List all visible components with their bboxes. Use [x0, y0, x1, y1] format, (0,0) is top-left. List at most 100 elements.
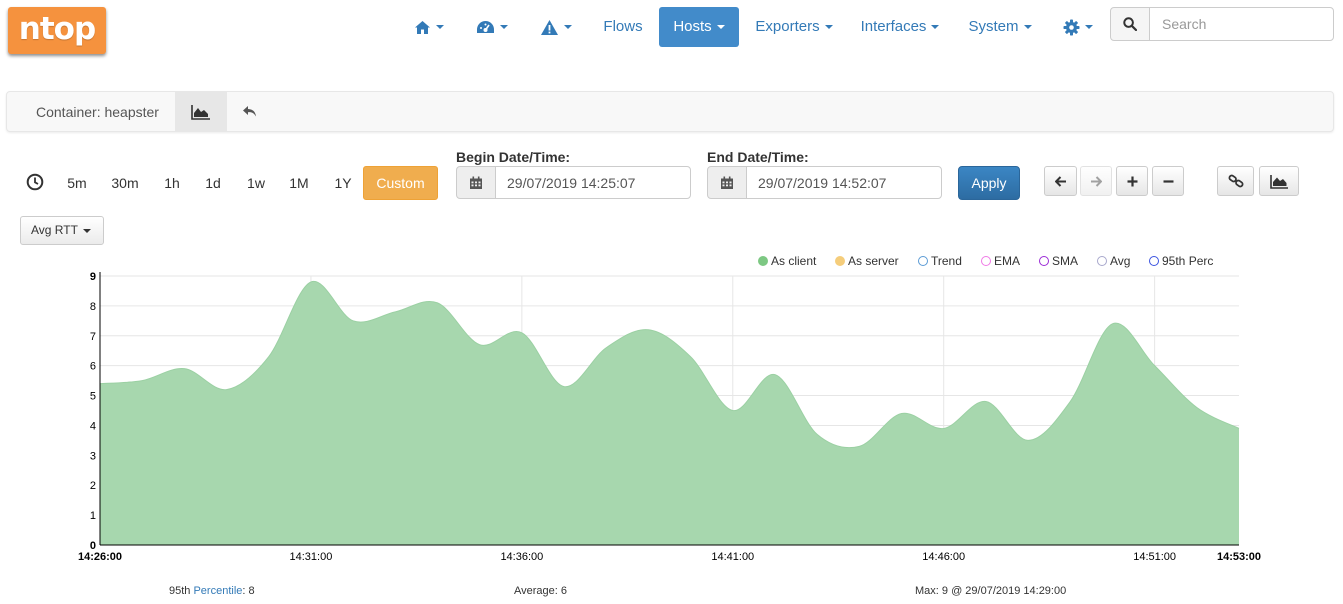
chevron-down-icon [1085, 25, 1093, 30]
permalink-button[interactable] [1217, 166, 1254, 196]
end-datetime-input[interactable] [746, 166, 942, 199]
avg-rtt-chart[interactable]: 012345678914:26:00 14:31:00 14:36:00 14:41:… [0, 260, 1343, 570]
data-point [689, 355, 693, 359]
range-1d[interactable]: 1d [197, 166, 229, 200]
back-button[interactable] [229, 92, 269, 131]
metric-select[interactable]: Avg RTT [20, 216, 104, 245]
x-tick-label: 14:31:00 [290, 551, 333, 563]
chevron-down-icon [436, 25, 444, 30]
chevron-down-icon [500, 25, 508, 30]
range-1M[interactable]: 1M [283, 166, 315, 200]
y-tick-label: 7 [90, 331, 96, 343]
nav-system[interactable]: System [958, 7, 1042, 47]
range-30m[interactable]: 30m [104, 166, 146, 200]
nav-dashboard[interactable] [466, 7, 518, 47]
y-tick-label: 1 [90, 510, 96, 522]
chevron-down-icon [1023, 25, 1032, 30]
chevron-down-icon [931, 25, 940, 30]
data-point [731, 409, 735, 413]
home-icon [415, 20, 430, 34]
zoom-out-button[interactable] [1152, 166, 1184, 196]
container-title: Container: heapster [36, 104, 159, 120]
average-stat: Average: 6 [514, 585, 568, 597]
data-point [773, 373, 777, 377]
range-1Y[interactable]: 1Y [326, 166, 360, 200]
apply-button[interactable]: Apply [958, 166, 1020, 200]
plus-icon [1127, 176, 1137, 186]
x-tick-label: 14:53:00 [1217, 551, 1261, 563]
begin-datetime-label: Begin Date/Time: [456, 149, 571, 165]
end-datetime-label: End Date/Time: [707, 149, 809, 165]
data-point [857, 444, 861, 448]
chevron-down-icon [716, 25, 725, 30]
range-1h[interactable]: 1h [156, 166, 188, 200]
data-point [562, 385, 566, 389]
range-1w[interactable]: 1w [238, 166, 274, 200]
charts-tab[interactable] [175, 92, 227, 131]
nav-exporters[interactable]: Exporters [746, 7, 842, 47]
max-stat: Max: 9 @ 29/07/2019 14:29:00 [915, 585, 1067, 597]
percentile-stat: 95th Percentile: 8 [169, 585, 255, 597]
data-point [815, 432, 819, 436]
nav-settings[interactable] [1054, 7, 1102, 47]
data-point [520, 331, 524, 335]
chevron-down-icon [564, 25, 572, 30]
nav-exporters-label: Exporters [755, 18, 820, 35]
data-point [309, 280, 313, 284]
data-point [604, 346, 608, 350]
end-calendar-button[interactable] [707, 166, 747, 199]
metric-select-value: Avg RTT [31, 223, 78, 237]
x-tick-label: 14:41:00 [711, 551, 754, 563]
y-tick-label: 4 [90, 420, 96, 432]
search-button[interactable] [1110, 7, 1150, 41]
chart-type-button[interactable] [1259, 166, 1299, 196]
data-point [1195, 406, 1199, 410]
data-point [900, 411, 904, 415]
x-tick-label: 14:46:00 [922, 551, 965, 563]
percentile-link[interactable]: Percentile [193, 585, 242, 597]
pan-left-button[interactable] [1044, 166, 1077, 196]
pan-right-button[interactable] [1080, 166, 1112, 196]
data-point [1153, 364, 1157, 368]
arrow-left-icon [1054, 175, 1066, 187]
x-tick-label: 14:36:00 [500, 551, 543, 563]
data-point [1110, 322, 1114, 326]
percentile-value: : 8 [242, 585, 255, 597]
nav-home[interactable] [405, 7, 453, 47]
range-custom[interactable]: Custom [363, 166, 438, 200]
data-point [942, 426, 946, 430]
nav-flows[interactable]: Flows [594, 7, 652, 47]
nav-alerts[interactable] [530, 7, 582, 47]
y-tick-label: 2 [90, 480, 96, 492]
calendar-icon [721, 176, 733, 189]
calendar-icon [470, 176, 482, 189]
data-point [435, 301, 439, 305]
nav-hosts-label: Hosts [673, 18, 712, 35]
dashboard-icon [477, 20, 494, 33]
data-point [393, 310, 397, 314]
nav-system-label: System [968, 18, 1019, 35]
data-point [1068, 400, 1072, 404]
gear-icon [1063, 19, 1080, 36]
link-icon [1228, 174, 1243, 188]
search-icon [1123, 17, 1137, 31]
data-point [1026, 438, 1030, 442]
percentile-prefix: 95th [169, 585, 194, 597]
y-tick-label: 8 [90, 301, 96, 313]
area-chart-icon [1269, 174, 1288, 189]
warning-icon [541, 19, 558, 35]
range-5m[interactable]: 5m [60, 166, 94, 200]
begin-calendar-button[interactable] [456, 166, 496, 199]
data-point [984, 400, 988, 404]
x-tick-label: 14:51:00 [1133, 551, 1176, 563]
search-input[interactable] [1149, 7, 1334, 41]
nav-hosts[interactable]: Hosts [659, 7, 739, 47]
begin-datetime-input[interactable] [495, 166, 691, 199]
nav-interfaces[interactable]: Interfaces [852, 7, 948, 47]
data-point [267, 355, 271, 359]
y-tick-label: 9 [90, 271, 96, 283]
data-point [646, 328, 650, 332]
container-bar: Container: heapster [6, 91, 1334, 132]
data-point [1237, 426, 1241, 430]
zoom-in-button[interactable] [1116, 166, 1148, 196]
